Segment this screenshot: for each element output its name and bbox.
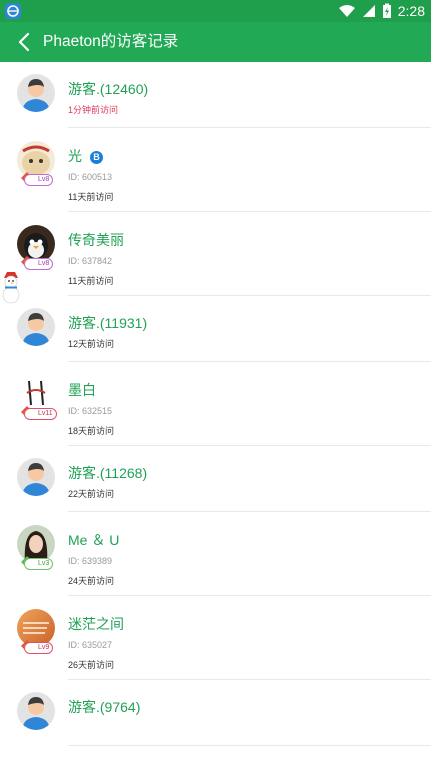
level-badge: Lv8	[24, 174, 54, 186]
visitor-row[interactable]: Lv3 Me ＆ U ID: 639389 24天前访问	[0, 512, 431, 596]
visit-time: 26天前访问	[68, 660, 115, 670]
wifi-icon	[338, 5, 355, 17]
visitor-name: 传奇美丽	[68, 232, 124, 248]
visitor-name: Me ＆ U	[68, 532, 120, 548]
signal-icon	[362, 5, 375, 17]
b-badge-icon: B	[90, 151, 103, 164]
visitor-name: 游客.(11931)	[68, 315, 148, 331]
battery-charging-icon	[382, 3, 391, 18]
visitor-list: 游客.(12460) 1分钟前访问 Lv8 光B ID: 600513 11天前…	[0, 62, 431, 746]
avatar	[17, 74, 55, 112]
visitor-name: 游客.(12460)	[68, 81, 149, 97]
page-title: Phaeton的访客记录	[43, 33, 179, 50]
visitor-row[interactable]: 游客.(12460) 1分钟前访问	[0, 62, 431, 128]
visit-time: 11天前访问	[68, 276, 114, 286]
level-badge: Lv9	[24, 642, 54, 654]
user-id: ID: 639389	[68, 556, 113, 566]
user-id: ID: 635027	[68, 640, 113, 650]
back-arrow-icon[interactable]	[14, 31, 36, 53]
visit-time: 22天前访问	[68, 489, 115, 499]
visitor-row[interactable]: Lv8 传奇美丽 ID: 637842 11天前访问	[0, 212, 431, 296]
visitor-row[interactable]: Lv8 光B ID: 600513 11天前访问	[0, 128, 431, 212]
visitor-row[interactable]: Lv11 墨白 ID: 632515 18天前访问	[0, 362, 431, 446]
avatar	[17, 692, 55, 730]
avatar	[17, 458, 55, 496]
visitor-name: 光B	[68, 146, 103, 166]
visitor-row[interactable]: Lv9 迷茫之间 ID: 635027 26天前访问	[0, 596, 431, 680]
visitor-name: 游客.(9764)	[68, 699, 141, 715]
visitor-name: 迷茫之间	[68, 616, 124, 632]
level-badge: Lv3	[24, 558, 54, 570]
visit-time: 1分钟前访问	[68, 105, 119, 115]
app-bar: Phaeton的访客记录	[0, 22, 431, 62]
visitor-row[interactable]: 游客.(9764)	[0, 680, 431, 746]
visit-time: 12天前访问	[68, 339, 115, 349]
visit-time: 11天前访问	[68, 192, 114, 202]
user-id: ID: 632515	[68, 406, 113, 416]
user-id: ID: 637842	[68, 256, 113, 266]
visitor-row[interactable]: 游客.(11268) 22天前访问	[0, 446, 431, 512]
avatar	[17, 308, 55, 346]
snowman-icon[interactable]	[0, 270, 22, 304]
divider	[68, 745, 431, 746]
clock: 2:28	[397, 3, 425, 19]
app-notification-icon	[5, 3, 21, 19]
visit-time: 18天前访问	[68, 426, 115, 436]
status-bar: 2:28	[0, 0, 431, 22]
user-id: ID: 600513	[68, 172, 113, 182]
visitor-name: 墨白	[68, 382, 96, 398]
level-badge: Lv11	[24, 408, 57, 420]
visit-time: 24天前访问	[68, 576, 115, 586]
level-badge: Lv8	[24, 258, 54, 270]
visitor-row[interactable]: 游客.(11931) 12天前访问	[0, 296, 431, 362]
visitor-name: 游客.(11268)	[68, 465, 148, 481]
